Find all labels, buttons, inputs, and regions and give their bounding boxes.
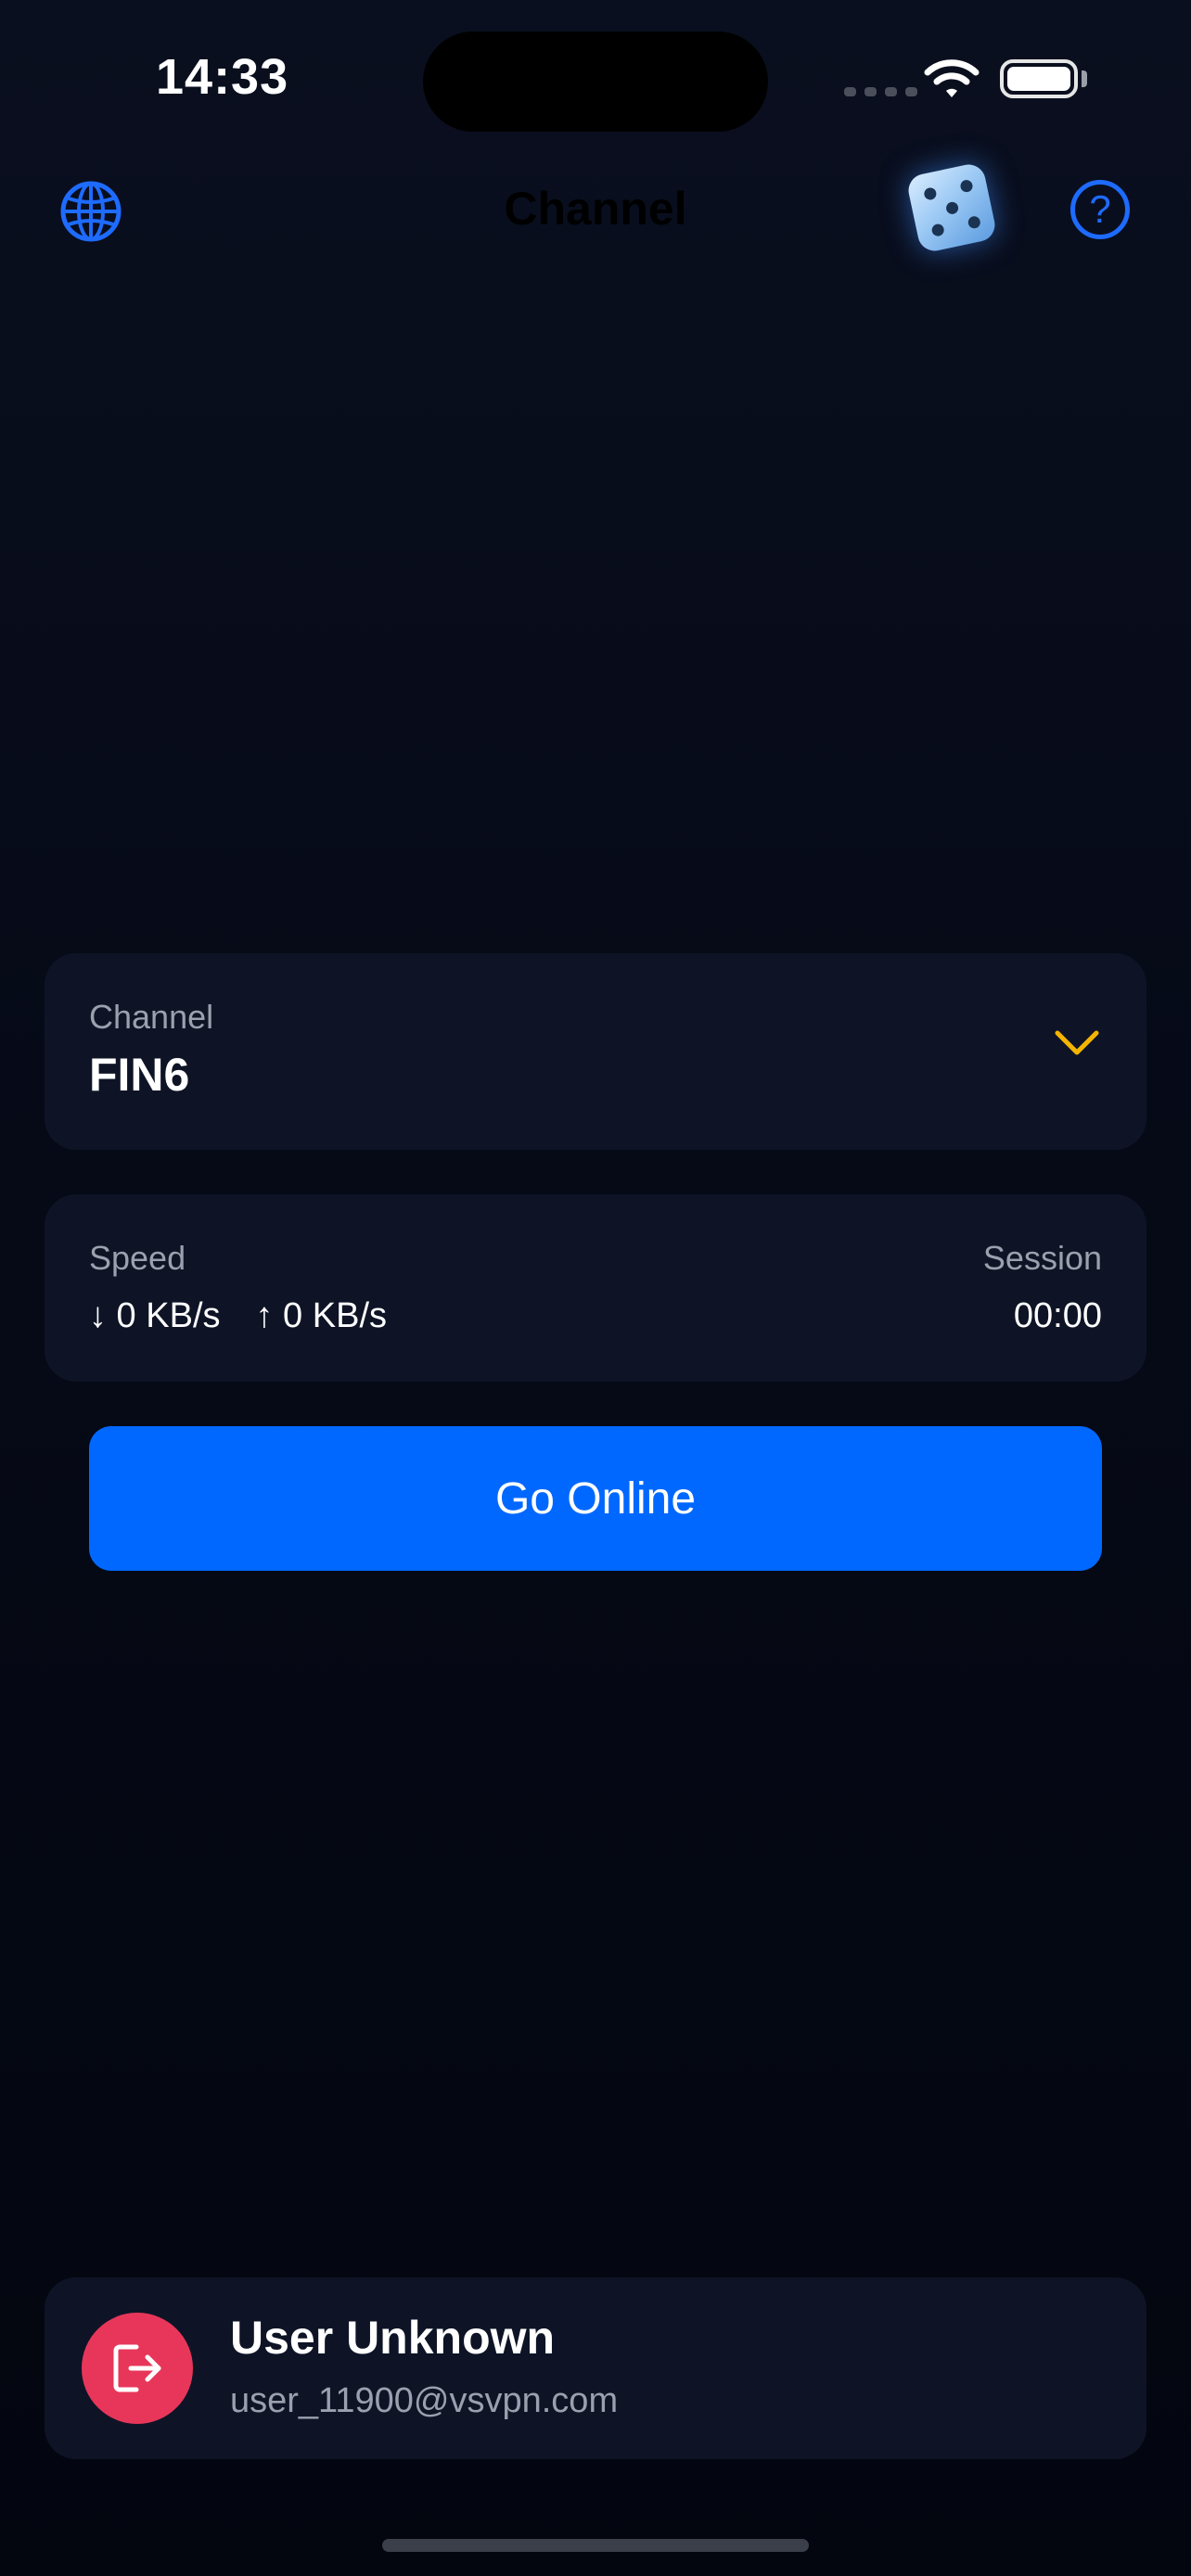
user-card: User Unknown user_11900@vsvpn.com <box>45 2277 1146 2459</box>
status-time: 14:33 <box>156 49 289 105</box>
speed-label: Speed <box>89 1239 186 1277</box>
connection-stats: Speed ↓ 0 KB/s ↑ 0 KB/s Session 00:00 <box>45 1194 1146 1382</box>
user-email: user_11900@vsvpn.com <box>230 2381 619 2420</box>
dynamic-island <box>423 32 768 132</box>
home-indicator[interactable] <box>382 2539 809 2552</box>
wifi-icon <box>924 59 980 97</box>
session-label: Session <box>982 1239 1102 1277</box>
dice-icon[interactable] <box>905 161 998 254</box>
help-icon[interactable]: ? <box>1070 180 1130 239</box>
channel-selector[interactable]: Channel FIN6 <box>45 953 1146 1150</box>
go-online-button[interactable]: Go Online <box>89 1426 1102 1571</box>
session-timer: 00:00 <box>1013 1296 1102 1335</box>
channel-value: FIN6 <box>89 1049 190 1101</box>
download-speed: ↓ 0 KB/s <box>89 1296 221 1335</box>
upload-speed: ↑ 0 KB/s <box>255 1296 388 1335</box>
battery-icon <box>1000 59 1078 98</box>
channel-label: Channel <box>89 998 214 1036</box>
battery-cap <box>1082 70 1087 87</box>
logout-button[interactable] <box>82 2313 193 2424</box>
page-title: Channel <box>504 183 687 235</box>
logout-icon <box>113 2344 161 2392</box>
user-name: User Unknown <box>230 2312 556 2364</box>
cellular-signal-icon <box>844 87 917 96</box>
speed-values: ↓ 0 KB/s ↑ 0 KB/s <box>89 1296 387 1336</box>
chevron-down-icon <box>1055 1030 1099 1055</box>
